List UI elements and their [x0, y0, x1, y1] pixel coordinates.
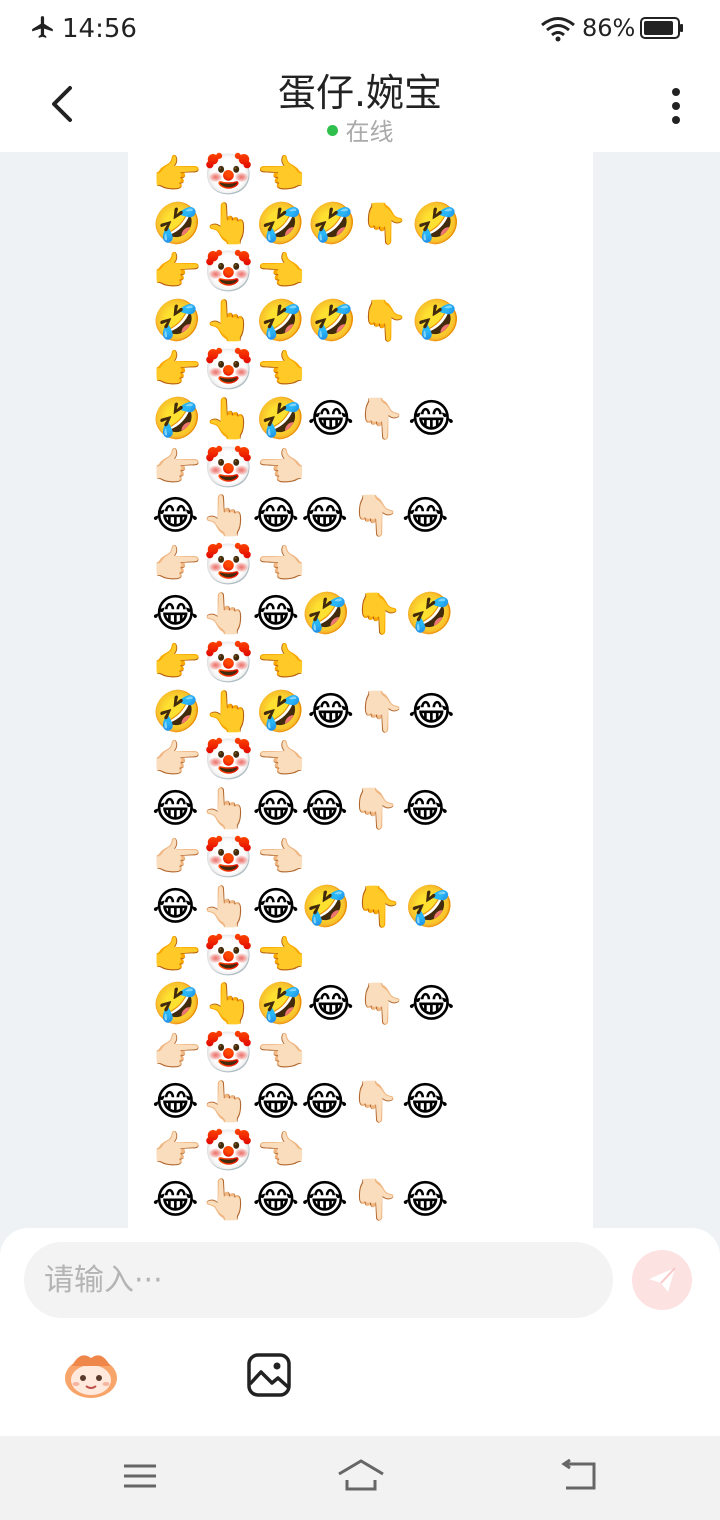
message-line: 😂👆🏻😂🤣👇🤣: [152, 883, 457, 930]
chat-area[interactable]: 😂👆🏻😂🤣👇🤣👉🤡👈🤣👆🤣🤣👇🤣👉🤡👈🤣👆🤣🤣👇🤣👉🤡👈🤣👆🤣😂👇🏻😂👉🏻🤡👈🏻…: [0, 152, 720, 1228]
eggy-sticker-icon[interactable]: [62, 1348, 120, 1400]
message-line: 🤣👆🤣🤣👇🤣: [152, 298, 463, 345]
back-nav-icon[interactable]: [556, 1456, 600, 1496]
battery-percent: 86%: [582, 14, 636, 42]
message-line: 👉🏻🤡👈🏻: [152, 737, 308, 784]
message-line: 🤣👆🤣😂👇🏻😂: [152, 981, 457, 1028]
home-icon[interactable]: [336, 1456, 386, 1496]
menu-icon[interactable]: [120, 1456, 160, 1496]
send-button[interactable]: [632, 1250, 692, 1310]
send-icon: [649, 1267, 676, 1292]
message-line: 👉🏻🤡👈🏻: [152, 1127, 308, 1174]
message-text: 😂👆🏻😂🤣👇🤣👉🤡👈🤣👆🤣🤣👇🤣👉🤡👈🤣👆🤣🤣👇🤣👉🤡👈🤣👆🤣😂👇🏻😂👉🏻🤡👈🏻…: [152, 152, 463, 1224]
message-line: 👉🏻🤡👈🏻: [152, 834, 308, 881]
status-time: 14:56: [62, 14, 137, 44]
airplane-mode-icon: [32, 16, 53, 38]
message-line: 🤣👆🤣😂👇🏻😂: [152, 688, 457, 735]
image-icon[interactable]: [246, 1352, 292, 1398]
online-dot-icon: [326, 124, 338, 136]
message-line: 😂👆🏻😂😂👇🏻😂: [152, 1176, 451, 1223]
message-line: 😂👆🏻😂😂👇🏻😂: [152, 786, 451, 833]
system-nav-bar: [0, 1436, 720, 1520]
online-status-label: 在线: [345, 118, 394, 146]
status-bar: 14:56 86%: [0, 0, 720, 56]
more-options-icon[interactable]: [660, 84, 692, 128]
message-line: 😂👆🏻😂😂👇🏻😂: [152, 1078, 451, 1125]
message-line: 👉🤡👈: [152, 639, 308, 686]
message-line: 👉🤡👈: [152, 152, 308, 198]
message-line: 😂👆🏻😂🤣👇🤣: [152, 590, 457, 637]
message-input[interactable]: [24, 1242, 613, 1318]
online-status: 在线: [0, 112, 720, 147]
message-line: 👉🏻🤡👈🏻: [152, 1030, 308, 1077]
message-line: 🤣👆🤣🤣👇🤣: [152, 200, 463, 247]
wifi-icon: [541, 17, 575, 42]
message-line: 👉🏻🤡👈🏻: [152, 542, 308, 589]
message-line: 👉🏻🤡👈🏻: [152, 444, 308, 491]
message-bubble[interactable]: 😂👆🏻😂🤣👇🤣👉🤡👈🤣👆🤣🤣👇🤣👉🤡👈🤣👆🤣🤣👇🤣👉🤡👈🤣👆🤣😂👇🏻😂👉🏻🤡👈🏻…: [128, 152, 593, 1228]
message-line: 👉🤡👈: [152, 249, 308, 296]
message-line: 👉🤡👈: [152, 346, 308, 393]
chat-title: 蛋仔.婉宝: [277, 71, 443, 115]
message-line: 🤣👆🤣😂👇🏻😂: [152, 395, 457, 442]
chat-header: 蛋仔.婉宝 在线: [0, 56, 720, 152]
message-line: 😂👆🏻😂😂👇🏻😂: [152, 493, 451, 540]
message-line: 👉🤡👈: [152, 932, 308, 979]
composer-panel: [0, 1228, 720, 1436]
battery-icon: [640, 17, 683, 39]
